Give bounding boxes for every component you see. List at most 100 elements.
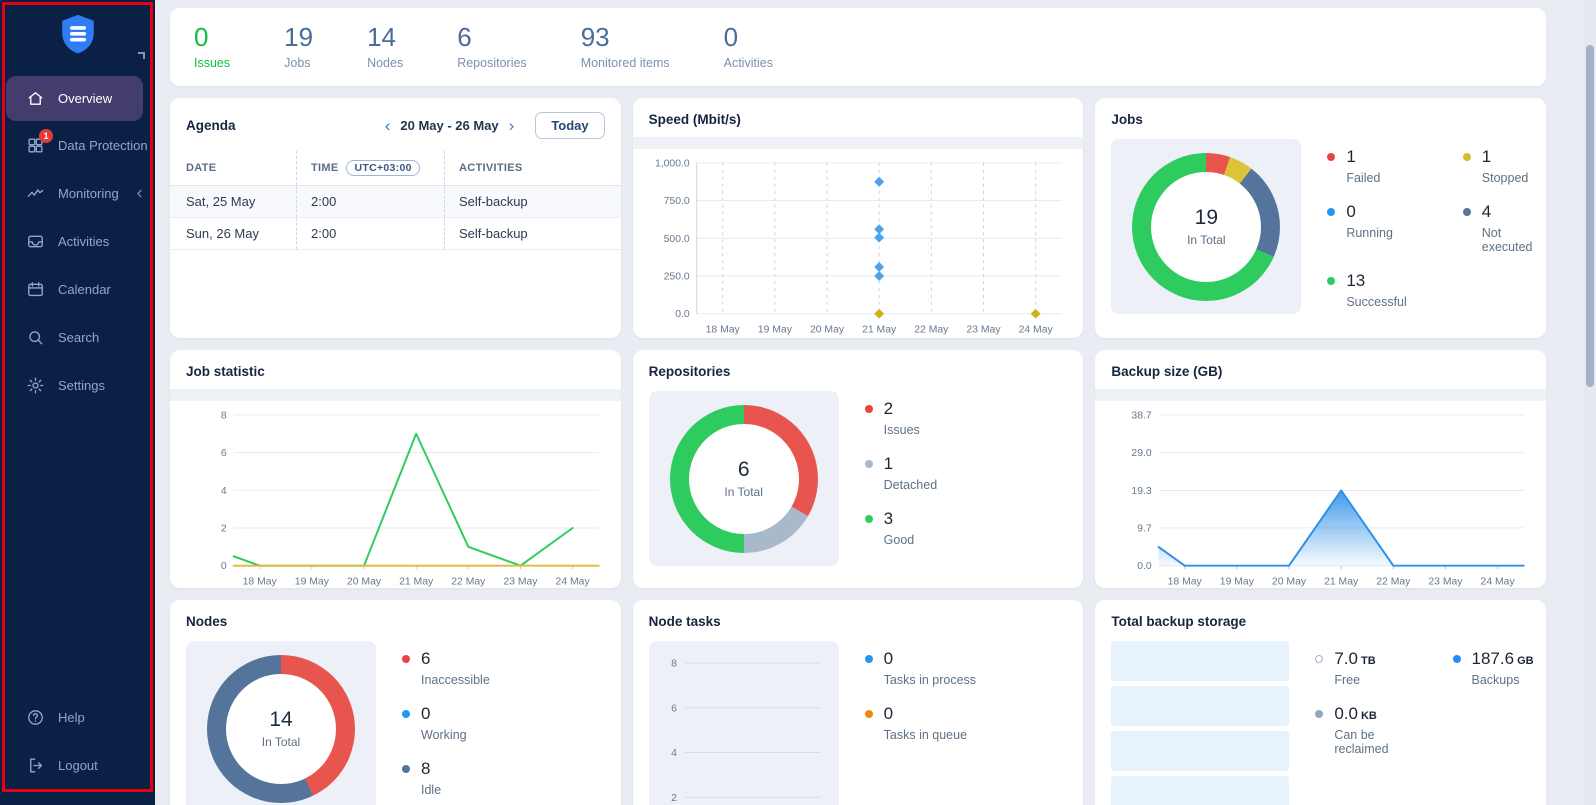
page-scrollbar-thumb[interactable] — [1586, 45, 1594, 387]
card-repositories: Repositories 6In Total2Issues1Detached3G… — [633, 350, 1084, 588]
card-agenda: Agenda ‹ 20 May - 26 May › Today DATE TI… — [170, 98, 621, 338]
agenda-col-date: DATE — [170, 151, 296, 185]
stat-label: Jobs — [284, 56, 313, 70]
svg-text:29.0: 29.0 — [1132, 448, 1152, 459]
node-tasks-title: Node tasks — [649, 614, 1068, 629]
svg-text:20 May: 20 May — [810, 325, 845, 336]
sidebar-item-settings[interactable]: Settings — [0, 361, 155, 409]
sidebar-item-label: Settings — [58, 378, 105, 393]
card-node-tasks: Node tasks 864200Tasks in process0Tasks … — [633, 600, 1084, 805]
legend-text: 7.0TBFree — [1334, 649, 1375, 687]
today-button[interactable]: Today — [535, 112, 604, 139]
donut-center: 14In Total — [226, 674, 336, 784]
legend: 7.0TBFree187.6GBBackups0.0KBCan be recla… — [1315, 649, 1533, 805]
legend-value: 8 — [421, 759, 441, 779]
svg-text:0.0: 0.0 — [675, 309, 690, 320]
sidebar-item-label: Calendar — [58, 282, 111, 297]
donut-total-label: In Total — [724, 485, 762, 499]
svg-text:23 May: 23 May — [503, 577, 538, 588]
storage-block — [1111, 686, 1289, 726]
backup-size-title: Backup size (GB) — [1111, 364, 1530, 379]
donut-panel: 19In Total — [1111, 139, 1301, 314]
stat-value: 93 — [581, 24, 670, 50]
legend-value: 0.0KB — [1334, 704, 1388, 724]
timezone-badge: UTC+03:00 — [346, 160, 419, 176]
stat-label: Nodes — [367, 56, 403, 70]
svg-text:8: 8 — [221, 410, 227, 421]
legend: 2Issues1Detached3Good — [865, 399, 938, 566]
page-scrollbar-track[interactable] — [1584, 0, 1596, 805]
legend-item: 1Detached — [865, 454, 938, 492]
legend-unit: GB — [1517, 655, 1534, 667]
legend-color-dot — [865, 655, 873, 663]
legend-text: 1Stopped — [1482, 147, 1529, 185]
card-job-statistic: Job statistic 0246818 May19 May20 May21 … — [170, 350, 621, 588]
stat-monitored-items[interactable]: 93Monitored items — [581, 24, 670, 70]
agenda-cell-date: Sun, 26 May — [170, 218, 296, 249]
stat-issues[interactable]: 0Issues — [194, 24, 230, 70]
legend-item: 8 Idle — [402, 759, 490, 797]
legend-text: 13Successful — [1346, 271, 1406, 309]
sidebar-item-overview[interactable]: Overview — [6, 76, 143, 121]
job-statistic-title: Job statistic — [186, 364, 605, 379]
speed-title: Speed (Mbit/s) — [649, 112, 1068, 127]
storage-block — [1111, 776, 1289, 805]
stat-label: Repositories — [457, 56, 526, 70]
legend-text: 1Detached — [884, 454, 938, 492]
stat-label: Activities — [724, 56, 773, 70]
legend-label: Running — [1346, 226, 1393, 240]
stat-repositories[interactable]: 6Repositories — [457, 24, 526, 70]
sidebar-item-calendar[interactable]: Calendar — [0, 265, 155, 313]
svg-text:2: 2 — [671, 792, 677, 804]
sidebar-item-monitoring[interactable]: Monitoring — [0, 169, 155, 217]
stat-nodes[interactable]: 14Nodes — [367, 24, 403, 70]
sidebar-item-activities[interactable]: Activities — [0, 217, 155, 265]
main-content: 0Issues19Jobs14Nodes6Repositories93Monit… — [155, 0, 1596, 805]
app-logo-shield-icon[interactable] — [56, 12, 100, 60]
legend-label: Tasks in process — [884, 673, 976, 687]
legend-label: Tasks in queue — [884, 728, 967, 742]
sidebar-item-help[interactable]: Help — [0, 693, 155, 741]
agenda-next-button[interactable]: › — [504, 117, 520, 134]
legend-item: 0Tasks in process — [865, 649, 976, 687]
agenda-cell-date: Sat, 25 May — [170, 186, 296, 217]
svg-text:19 May: 19 May — [757, 325, 792, 336]
agenda-table: DATE TIME UTC+03:00 ACTIVITIES Sat, 25 M… — [170, 151, 621, 250]
donut-center: 19In Total — [1151, 172, 1261, 282]
legend-value: 7.0TB — [1334, 649, 1375, 669]
agenda-title: Agenda — [186, 118, 236, 133]
legend-label: Idle — [421, 783, 441, 797]
agenda-cell-activity: Self-backup — [444, 218, 621, 249]
legend-label: Good — [884, 533, 915, 547]
chevron-left-icon[interactable] — [132, 186, 147, 201]
dashboard-grid: Agenda ‹ 20 May - 26 May › Today DATE TI… — [170, 98, 1546, 805]
legend-value: 1 — [1482, 147, 1529, 167]
legend-color-dot — [402, 655, 410, 663]
donut-center: 6In Total — [689, 424, 799, 534]
legend-item: 4Not executed — [1463, 202, 1533, 254]
agenda-prev-button[interactable]: ‹ — [380, 117, 396, 134]
chart-strip — [170, 389, 621, 401]
sidebar-item-label: Monitoring — [58, 186, 119, 201]
legend-value: 0 — [884, 704, 967, 724]
svg-text:24 May: 24 May — [556, 577, 591, 588]
jobs-donut-chart: 19In Total1Failed0Running13Successful1St… — [1111, 139, 1530, 314]
sidebar-item-label: Activities — [58, 234, 109, 249]
stat-activities[interactable]: 0Activities — [724, 24, 773, 70]
jobs-title: Jobs — [1111, 112, 1530, 127]
donut-total-label: In Total — [1187, 233, 1225, 247]
sidebar-item-search[interactable]: Search — [0, 313, 155, 361]
nodes-donut: 14In Total — [207, 655, 355, 803]
legend-label: Issues — [884, 423, 920, 437]
node-tasks-panel: 86420 — [649, 641, 839, 805]
calendar-icon — [26, 280, 45, 299]
sidebar-item-logout[interactable]: Logout — [0, 741, 155, 789]
sidebar-item-data-protection[interactable]: 1Data Protection — [0, 121, 155, 169]
svg-text:21 May: 21 May — [862, 325, 897, 336]
sidebar-collapse-handle-icon[interactable] — [138, 52, 145, 59]
sidebar-nav: Overview1Data Protection Monitoring Activi… — [0, 76, 155, 409]
speed-chart: 0.0250.0500.0750.01,000.018 May19 May20 … — [649, 151, 1068, 338]
stat-jobs[interactable]: 19Jobs — [284, 24, 313, 70]
home-icon — [26, 89, 45, 108]
svg-text:18 May: 18 May — [243, 577, 278, 588]
